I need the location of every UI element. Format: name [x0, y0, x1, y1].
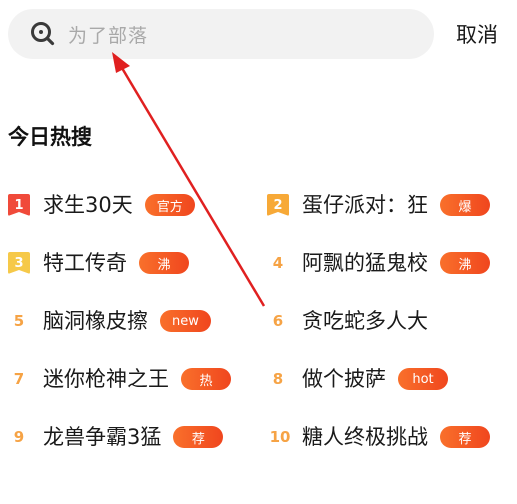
status-badge: 热: [181, 368, 231, 390]
trending-item[interactable]: 10 糖人终极挑战 荐: [267, 417, 490, 457]
trending-item[interactable]: 9 龙兽争霸3猛 荐: [8, 417, 224, 457]
trending-item[interactable]: 8 做个披萨 hot: [267, 359, 448, 399]
trending-title: 糖人终极挑战: [302, 425, 428, 449]
rank-number: 6: [272, 312, 284, 330]
trending-item[interactable]: 3 特工传奇 沸: [8, 243, 189, 283]
rank-number: 4: [272, 254, 284, 272]
status-badge: 爆: [440, 194, 490, 216]
trending-title: 迷你枪神之王: [43, 367, 169, 391]
trending-title: 龙兽争霸3猛: [43, 425, 162, 449]
status-badge: 官方: [144, 194, 195, 216]
trending-title: 脑洞橡皮擦: [43, 309, 148, 333]
trending-item[interactable]: 1 求生30天 官方: [8, 185, 195, 225]
rank-number: 8: [272, 370, 284, 388]
cancel-button[interactable]: 取消: [456, 19, 508, 51]
status-badge: 荐: [173, 426, 224, 448]
search-placeholder: 为了部落: [68, 24, 149, 47]
trending-item[interactable]: 5 脑洞橡皮擦 new: [8, 301, 211, 341]
status-badge: new: [160, 310, 211, 332]
trending-title: 特工传奇: [43, 251, 127, 275]
rank-number: 7: [13, 370, 25, 388]
rank-badge: 2: [267, 194, 289, 216]
trending-title: 求生30天: [43, 193, 133, 217]
trending-item[interactable]: 4 阿飘的猛鬼校 沸: [267, 243, 490, 283]
rank-number: 9: [13, 428, 25, 446]
rank-number: 5: [13, 312, 25, 330]
status-badge: hot: [398, 368, 448, 390]
rank-badge: 3: [8, 252, 30, 274]
status-badge: 荐: [440, 426, 490, 448]
trending-title: 做个披萨: [302, 367, 386, 391]
trending-title: 贪吃蛇多人大: [302, 309, 428, 333]
rank-number: 10: [269, 428, 291, 446]
trending-title: 蛋仔派对：狂: [302, 193, 428, 217]
trending-item[interactable]: 2 蛋仔派对：狂 爆: [267, 185, 490, 225]
search-icon: [28, 19, 58, 49]
rank-badge: 1: [8, 194, 30, 216]
section-title: 今日热搜: [8, 125, 92, 149]
trending-item[interactable]: 6 贪吃蛇多人大: [267, 301, 428, 341]
search-input[interactable]: 为了部落: [8, 9, 434, 59]
trending-item[interactable]: 7 迷你枪神之王 热: [8, 359, 231, 399]
status-badge: 沸: [440, 252, 490, 274]
status-badge: 沸: [139, 252, 189, 274]
search-screen: 为了部落 取消 今日热搜 1 求生30天 官方 2 蛋仔派对：狂 爆 3 特工传…: [0, 0, 517, 504]
trending-title: 阿飘的猛鬼校: [302, 251, 428, 275]
